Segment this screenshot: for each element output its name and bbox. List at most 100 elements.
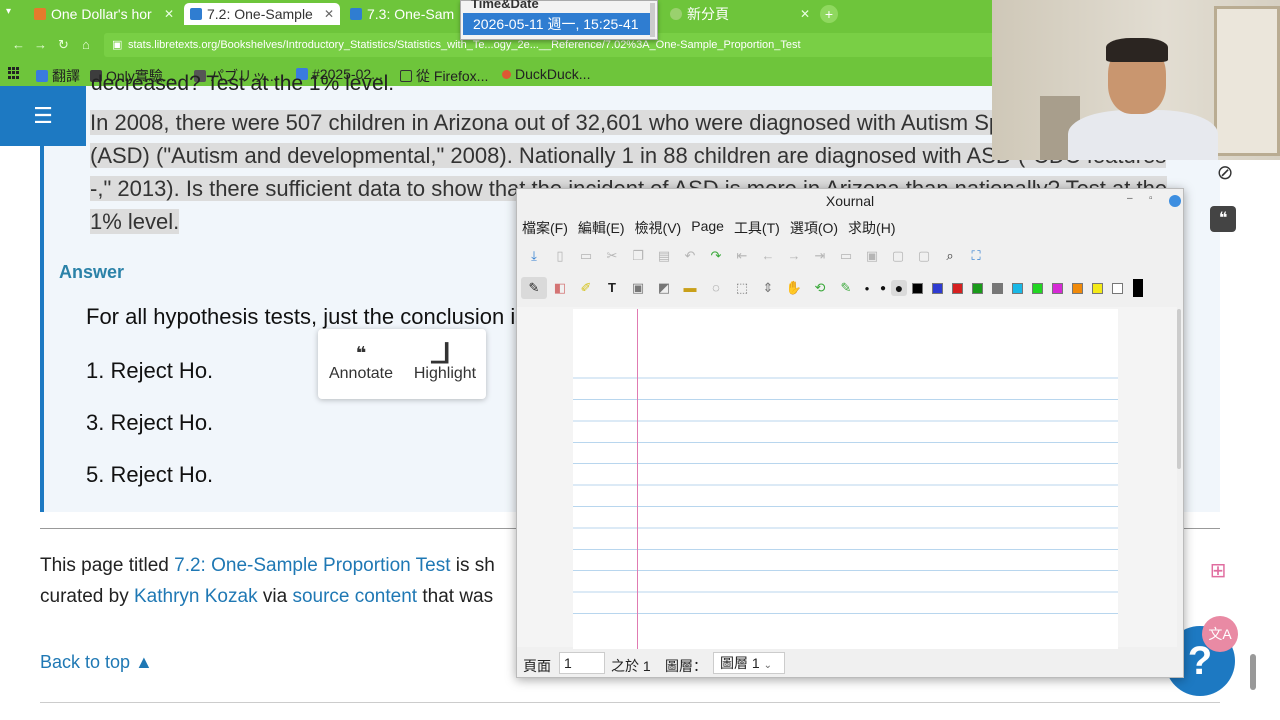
close-icon[interactable]: ✕ <box>324 7 334 21</box>
zoom-out-icon[interactable]: ▭ <box>833 245 859 267</box>
page-label: 頁面 <box>523 658 551 674</box>
clock-scrollbar[interactable] <box>650 3 655 37</box>
open-icon[interactable]: ▭ <box>573 245 599 267</box>
license-via: via <box>257 586 293 607</box>
hand-icon[interactable]: ✋ <box>781 277 807 299</box>
paste-icon[interactable]: ▤ <box>651 245 677 267</box>
shape-recognizer-icon[interactable]: ◩ <box>651 277 677 299</box>
new-tab-button[interactable]: + <box>820 5 838 23</box>
first-page-icon[interactable]: ⇤ <box>729 245 755 267</box>
layer-select[interactable]: 圖層 1 ⌄ <box>713 652 785 674</box>
pen-icon[interactable]: ✎ <box>521 277 547 299</box>
tab-one-dollar[interactable]: One Dollar's hor ✕ <box>28 3 180 25</box>
color-swatch[interactable] <box>972 282 983 294</box>
image-tool-icon[interactable]: ▣ <box>625 277 651 299</box>
redo-icon[interactable]: ↷ <box>703 245 729 267</box>
zoom-in-icon[interactable]: ▢ <box>911 245 937 267</box>
bookmark-translate[interactable]: 翻譯 <box>36 66 80 86</box>
eraser-icon[interactable]: ◧ <box>547 277 573 299</box>
ruler-icon[interactable]: ▬ <box>677 277 703 299</box>
select-rect-icon[interactable]: ⬚ <box>729 277 755 299</box>
search-icon[interactable]: ⌕ <box>937 245 963 267</box>
undo-icon[interactable]: ↶ <box>677 245 703 267</box>
bookmark-firefox-folder[interactable]: 從 Firefox... <box>400 66 488 86</box>
tab-new-page[interactable]: 新分頁 ✕ <box>664 3 816 25</box>
translate-icon[interactable]: 文A <box>1202 616 1238 652</box>
zoom-width-icon[interactable]: ▢ <box>885 245 911 267</box>
menu-page[interactable]: Page <box>686 215 729 239</box>
color-swatch[interactable] <box>952 282 963 294</box>
color-swatch[interactable] <box>1112 282 1123 294</box>
vertical-space-icon[interactable]: ⇕ <box>755 277 781 299</box>
zoom-100-icon[interactable]: ▣ <box>859 245 885 267</box>
tab-title: One Dollar's hor <box>51 6 152 22</box>
apps-icon[interactable] <box>8 67 20 79</box>
cut-icon[interactable]: ✂ <box>599 245 625 267</box>
medium-pen-icon[interactable]: ● <box>875 283 891 294</box>
thick-pen-icon[interactable]: ● <box>891 280 907 296</box>
default-pen-icon[interactable]: ✎ <box>833 277 859 299</box>
default-tools-icon[interactable]: ⟲ <box>807 277 833 299</box>
close-window-button[interactable] <box>1169 195 1181 207</box>
menu-tools[interactable]: 工具(T) <box>729 215 785 239</box>
last-page-icon[interactable]: ⇥ <box>807 245 833 267</box>
thin-pen-icon[interactable]: ● <box>859 284 875 293</box>
source-content-link[interactable]: source content <box>292 586 417 607</box>
annotate-button[interactable]: ❝ Annotate <box>328 343 394 383</box>
menu-view[interactable]: 檢視(V) <box>630 215 687 239</box>
menu-file[interactable]: 檔案(F) <box>517 215 573 239</box>
save-icon[interactable]: ⤓ <box>521 245 547 267</box>
canvas-scrollbar[interactable] <box>1177 309 1181 469</box>
menu-edit[interactable]: 編輯(E) <box>573 215 630 239</box>
tab-7-2[interactable]: 7.2: One-Sample ✕ <box>184 3 340 25</box>
fullscreen-icon[interactable]: ⛶ <box>963 245 989 267</box>
color-swatch[interactable] <box>1052 282 1063 294</box>
color-swatch[interactable] <box>1072 282 1083 294</box>
clock-value[interactable]: 2026-05-11 週一, 15:25-41 <box>463 13 651 35</box>
prev-page-icon[interactable]: ← <box>755 245 781 267</box>
page-title-link[interactable]: 7.2: One-Sample Proportion Test <box>174 555 450 576</box>
home-icon[interactable]: ⌂ <box>82 37 90 52</box>
page-scrollbar[interactable] <box>1250 654 1256 690</box>
tab-list-icon[interactable]: ▾ <box>6 6 11 17</box>
color-swatch[interactable] <box>1092 282 1103 294</box>
color-swatch[interactable] <box>992 282 1003 294</box>
margin-line <box>637 309 638 649</box>
hide-eye-icon[interactable]: ⊘ <box>1210 158 1240 188</box>
color-swatch[interactable] <box>1032 282 1043 294</box>
menu-help[interactable]: 求助(H) <box>843 215 900 239</box>
comment-quote-icon[interactable]: ❝ <box>1210 206 1236 232</box>
forward-icon[interactable]: → <box>34 37 47 52</box>
minimize-icon[interactable]: – <box>1127 193 1133 204</box>
window-title[interactable]: Xournal <box>517 189 1183 213</box>
author-link[interactable]: Kathryn Kozak <box>134 586 258 607</box>
lasso-icon[interactable]: ◌ <box>703 277 729 299</box>
answer-item: 1. Reject Ho. <box>86 358 214 383</box>
tab-7-3[interactable]: 7.3: One-Samp <box>344 3 460 25</box>
close-icon[interactable]: ✕ <box>800 7 810 21</box>
page-number-spinner[interactable]: 1 <box>559 652 605 674</box>
answer-heading[interactable]: Answer <box>59 262 124 283</box>
reload-icon[interactable]: ↻ <box>58 37 69 53</box>
color-swatch[interactable] <box>1012 282 1023 294</box>
menu-options[interactable]: 選項(O) <box>785 215 843 239</box>
answer-item: 3. Reject Ho. <box>86 410 214 435</box>
drawing-page[interactable] <box>573 309 1118 649</box>
custom-color-button[interactable] <box>1133 279 1143 297</box>
text-tool-icon[interactable]: T <box>599 277 625 299</box>
next-page-icon[interactable]: → <box>781 245 807 267</box>
copy-icon[interactable]: ❐ <box>625 245 651 267</box>
color-swatch[interactable] <box>932 282 943 294</box>
maximize-icon[interactable]: ▫ <box>1149 193 1153 204</box>
highlighter-tool-icon[interactable]: ✐ <box>573 277 599 299</box>
back-to-top-link[interactable]: Back to top ▲ <box>40 652 153 673</box>
back-icon[interactable]: ← <box>12 37 25 52</box>
new-icon[interactable]: ▯ <box>547 245 573 267</box>
apps-add-icon[interactable]: ⊞ <box>1203 556 1233 586</box>
color-swatch[interactable] <box>912 282 923 294</box>
highlight-button[interactable]: ▁▎ Highlight <box>410 343 480 383</box>
close-icon[interactable]: ✕ <box>164 7 174 21</box>
bookmark-duckduck[interactable]: DuckDuck... <box>502 66 590 82</box>
menu-button[interactable]: ☰ <box>0 86 86 146</box>
clock-heading: Time&Date <box>471 0 539 11</box>
